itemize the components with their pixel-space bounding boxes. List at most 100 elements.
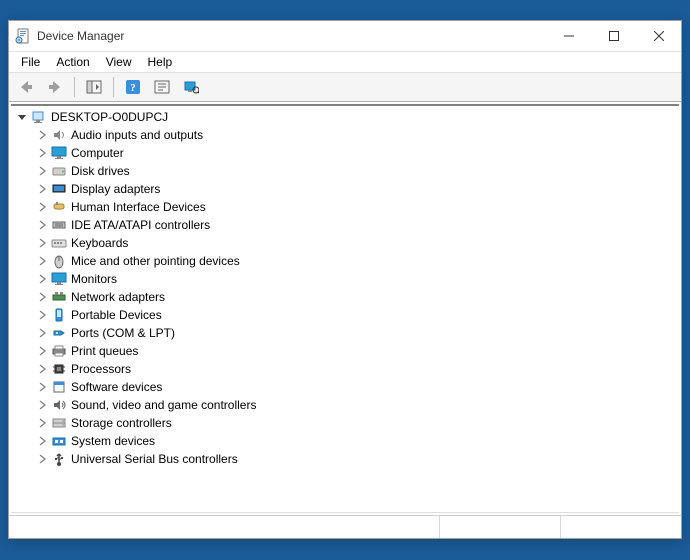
chevron-right-icon[interactable] <box>35 164 49 178</box>
tree-item-label: Monitors <box>69 272 117 286</box>
status-bar <box>9 515 681 538</box>
chevron-right-icon[interactable] <box>35 308 49 322</box>
menu-file[interactable]: File <box>13 53 48 71</box>
disk-icon <box>51 163 67 179</box>
chevron-right-icon[interactable] <box>35 416 49 430</box>
chevron-right-icon[interactable] <box>35 182 49 196</box>
minimize-button[interactable] <box>546 21 591 51</box>
tree-item-label: System devices <box>69 434 155 448</box>
chevron-right-icon[interactable] <box>35 200 49 214</box>
cpu-icon <box>51 361 67 377</box>
menu-view[interactable]: View <box>98 53 140 71</box>
tree-item-label: Human Interface Devices <box>69 200 206 214</box>
chevron-right-icon[interactable] <box>35 434 49 448</box>
sound-icon <box>51 397 67 413</box>
chevron-right-icon[interactable] <box>35 290 49 304</box>
printer-icon <box>51 343 67 359</box>
tree-item-label: Processors <box>69 362 131 376</box>
port-icon <box>51 325 67 341</box>
network-icon <box>51 289 67 305</box>
tree-item[interactable]: Display adapters <box>35 180 679 198</box>
tree-item[interactable]: Mice and other pointing devices <box>35 252 679 270</box>
chevron-right-icon[interactable] <box>35 344 49 358</box>
tree-item[interactable]: Disk drives <box>35 162 679 180</box>
tree-item[interactable]: Human Interface Devices <box>35 198 679 216</box>
tree-item[interactable]: Software devices <box>35 378 679 396</box>
chevron-right-icon[interactable] <box>35 254 49 268</box>
menu-action[interactable]: Action <box>48 53 97 71</box>
tree-item[interactable]: Print queues <box>35 342 679 360</box>
tree-item[interactable]: Computer <box>35 144 679 162</box>
chevron-right-icon[interactable] <box>35 452 49 466</box>
window-title: Device Manager <box>37 29 546 43</box>
properties-button[interactable] <box>149 75 175 99</box>
chevron-down-icon[interactable] <box>15 110 29 124</box>
tree-children: Audio inputs and outputs Computer Disk dri… <box>15 126 679 468</box>
chevron-right-icon[interactable] <box>35 362 49 376</box>
content-area: DESKTOP-O0DUPCJ Audio inputs and outputs C… <box>11 104 679 513</box>
tool-bar: ? <box>9 72 681 102</box>
tree-item-label: Audio inputs and outputs <box>69 128 203 142</box>
chevron-right-icon[interactable] <box>35 398 49 412</box>
menu-bar: File Action View Help <box>9 52 681 72</box>
tree-item-label: Storage controllers <box>69 416 172 430</box>
tree-item[interactable]: Universal Serial Bus controllers <box>35 450 679 468</box>
tree-item[interactable]: IDE ATA/ATAPI controllers <box>35 216 679 234</box>
tree-item[interactable]: Portable Devices <box>35 306 679 324</box>
window-controls <box>546 21 681 51</box>
nav-forward-button[interactable] <box>42 75 68 99</box>
show-hide-console-tree-button[interactable] <box>81 75 107 99</box>
mouse-icon <box>51 253 67 269</box>
tree-item[interactable]: Sound, video and game controllers <box>35 396 679 414</box>
tree-item-label: Computer <box>69 146 124 160</box>
tree-item-label: Keyboards <box>69 236 128 250</box>
nav-back-button[interactable] <box>13 75 39 99</box>
tree-item-label: Mice and other pointing devices <box>69 254 240 268</box>
help-button[interactable]: ? <box>120 75 146 99</box>
software-icon <box>51 379 67 395</box>
tree-item-label: Ports (COM & LPT) <box>69 326 175 340</box>
status-pane-right <box>561 516 681 538</box>
tree-item-label: Print queues <box>69 344 138 358</box>
tree-item[interactable]: Keyboards <box>35 234 679 252</box>
chevron-right-icon[interactable] <box>35 272 49 286</box>
chevron-right-icon[interactable] <box>35 236 49 250</box>
menu-help[interactable]: Help <box>140 53 181 71</box>
toolbar-separator <box>74 77 75 97</box>
toolbar-separator <box>113 77 114 97</box>
chevron-right-icon[interactable] <box>35 326 49 340</box>
chevron-right-icon[interactable] <box>35 380 49 394</box>
maximize-button[interactable] <box>591 21 636 51</box>
status-pane-main <box>9 516 440 538</box>
tree-item-label: Sound, video and game controllers <box>69 398 256 412</box>
display-icon <box>51 181 67 197</box>
tree-item[interactable]: Processors <box>35 360 679 378</box>
tree-item[interactable]: Audio inputs and outputs <box>35 126 679 144</box>
tree-item[interactable]: Network adapters <box>35 288 679 306</box>
hid-icon <box>51 199 67 215</box>
tree-item[interactable]: System devices <box>35 432 679 450</box>
title-bar[interactable]: Device Manager <box>9 21 681 52</box>
device-tree[interactable]: DESKTOP-O0DUPCJ Audio inputs and outputs C… <box>11 106 679 512</box>
status-pane-mid <box>440 516 561 538</box>
tree-item-label: Software devices <box>69 380 162 394</box>
storage-icon <box>51 415 67 431</box>
audio-icon <box>51 127 67 143</box>
usb-icon <box>51 451 67 467</box>
monitor-icon <box>51 145 67 161</box>
tree-item-label: IDE ATA/ATAPI controllers <box>69 218 210 232</box>
tree-item-label: Disk drives <box>69 164 130 178</box>
chevron-right-icon[interactable] <box>35 128 49 142</box>
close-button[interactable] <box>636 21 681 51</box>
keyboard-icon <box>51 235 67 251</box>
tree-item-label: Network adapters <box>69 290 165 304</box>
tree-item[interactable]: Storage controllers <box>35 414 679 432</box>
tree-item[interactable]: Monitors <box>35 270 679 288</box>
tree-item[interactable]: Ports (COM & LPT) <box>35 324 679 342</box>
monitor-icon <box>51 271 67 287</box>
tree-item-label: Display adapters <box>69 182 160 196</box>
tree-root-row[interactable]: DESKTOP-O0DUPCJ <box>15 108 679 126</box>
chevron-right-icon[interactable] <box>35 146 49 160</box>
chevron-right-icon[interactable] <box>35 218 49 232</box>
scan-hardware-button[interactable] <box>178 75 204 99</box>
